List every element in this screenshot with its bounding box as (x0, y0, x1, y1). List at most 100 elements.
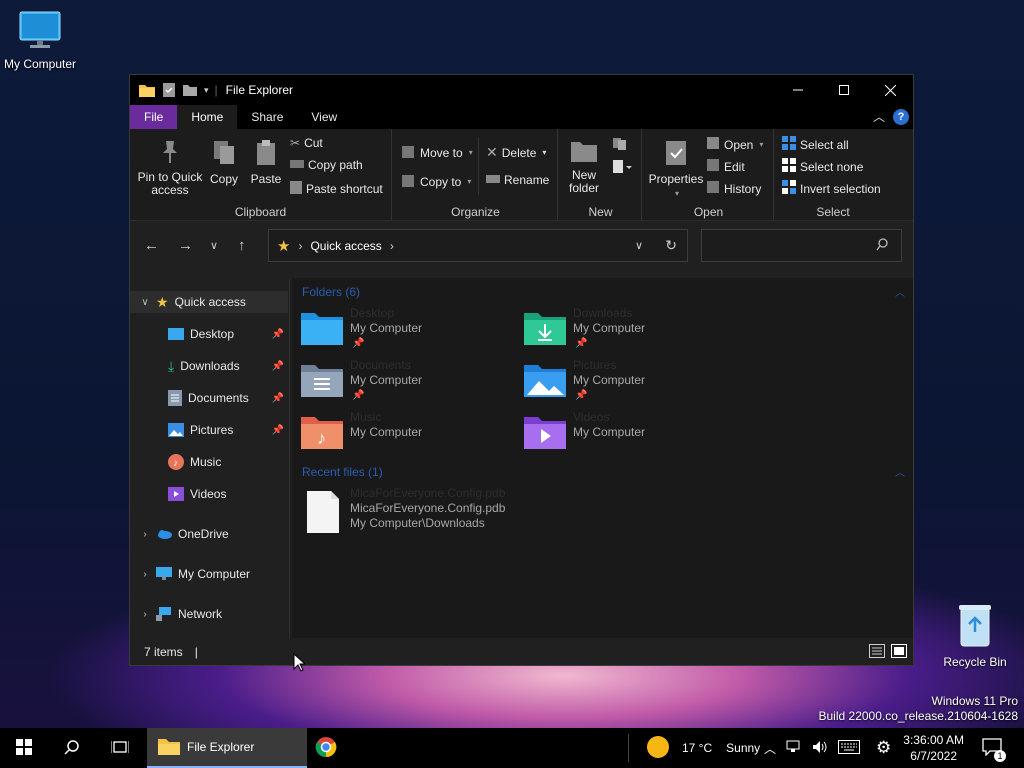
group-label-select: Select (816, 205, 850, 219)
music-note-icon: ♪ (168, 454, 184, 470)
breadcrumb-separator-end[interactable]: › (390, 239, 394, 253)
move-to-icon (402, 144, 416, 161)
nav-my-computer[interactable]: › My Computer (130, 563, 288, 585)
nav-music[interactable]: ♪ Music (130, 451, 288, 473)
rename-button[interactable]: Rename (486, 173, 549, 187)
address-dropdown-chevron-icon[interactable]: ∨ (635, 239, 643, 252)
paste-shortcut-button[interactable]: Paste shortcut (290, 180, 383, 197)
pin-to-quick-access-button[interactable]: Pin to Quick access (136, 139, 204, 197)
properties-button[interactable]: Properties ▾ (646, 139, 706, 200)
star-icon: ★ (156, 293, 169, 310)
paste-button[interactable]: Paste (248, 139, 284, 186)
recent-files-section-header[interactable]: Recent files (1) (302, 465, 383, 479)
folders-section-header[interactable]: Folders (6) (302, 285, 360, 299)
help-icon[interactable]: ? (893, 108, 909, 125)
folder-tile-downloads[interactable]: Downloads My Computer 📌 (523, 306, 743, 354)
invert-selection-label: Invert selection (800, 181, 881, 196)
title-bar[interactable]: ▾ | File Explorer (130, 75, 913, 105)
copy-button[interactable]: Copy (206, 139, 242, 186)
copy-to-button[interactable]: Copy to ▾ (402, 173, 471, 190)
weather-widget[interactable]: 17 °C Sunny (646, 728, 760, 768)
folder-tile-documents[interactable]: Documents My Computer 📌 (300, 358, 520, 406)
folder-tile-desktop[interactable]: Desktop My Computer 📌 (300, 306, 520, 354)
tab-home[interactable]: Home (177, 105, 238, 129)
collapse-section-chevron-icon[interactable]: ︿ (895, 284, 905, 299)
select-none-button[interactable]: Select none (782, 158, 863, 175)
taskbar-chrome[interactable] (310, 728, 342, 768)
nav-quick-access[interactable]: ∨ ★ Quick access (130, 291, 288, 313)
delete-button[interactable]: ✕ Delete ▾ (486, 144, 546, 161)
cut-label: Cut (304, 136, 323, 150)
nav-desktop[interactable]: Desktop 📌 (130, 323, 288, 345)
collapsed-chevron-icon[interactable]: › (138, 609, 152, 620)
nav-documents[interactable]: Documents 📌 (130, 387, 288, 409)
easy-access-icon[interactable] (612, 159, 632, 178)
folder-name: Music (350, 410, 382, 424)
edit-button[interactable]: Edit (706, 158, 745, 175)
show-hidden-icons-chevron-icon[interactable]: ︿ (764, 740, 776, 757)
taskbar-file-explorer[interactable]: File Explorer (147, 728, 307, 768)
notification-center[interactable]: 1 (982, 728, 1006, 768)
collapse-section-chevron-icon[interactable]: ︿ (895, 464, 905, 479)
new-item-icon[interactable] (612, 137, 632, 154)
collapse-ribbon-icon[interactable]: ︿ (873, 108, 885, 125)
back-arrow-icon[interactable]: ← (144, 237, 159, 254)
address-bar[interactable]: ★ › Quick access › ∨ ↻ (268, 229, 688, 262)
group-select: Select all Select none Invert selection … (776, 129, 890, 221)
folder-tile-pictures[interactable]: Pictures My Computer 📌 (523, 358, 743, 406)
notification-icon: 1 (982, 737, 1006, 762)
new-folder-button[interactable]: New folder (564, 139, 604, 195)
forward-arrow-icon[interactable]: → (178, 237, 193, 254)
nav-network[interactable]: › Network (130, 603, 288, 625)
close-button[interactable] (867, 75, 913, 105)
minimize-button[interactable] (775, 75, 821, 105)
expanded-chevron-icon[interactable]: ∨ (138, 297, 152, 308)
nav-downloads[interactable]: ⤓ Downloads 📌 (130, 355, 288, 377)
recent-file-item[interactable]: MicaForEveryone.Config.pdb MicaForEveryo… (300, 486, 600, 534)
desktop-icon-recycle-bin[interactable]: Recycle Bin (935, 602, 1015, 669)
file-path: My Computer\Downloads (350, 516, 485, 530)
move-to-button[interactable]: Move to ▾ (402, 144, 473, 161)
collapsed-chevron-icon[interactable]: › (138, 569, 152, 580)
history-button[interactable]: History (706, 180, 761, 197)
large-icons-view-icon[interactable] (891, 644, 907, 661)
tab-view[interactable]: View (297, 105, 351, 129)
nav-videos[interactable]: Videos (130, 483, 288, 505)
settings-gear-icon[interactable]: ⚙ (876, 738, 891, 758)
recent-locations-chevron-icon[interactable]: ∨ (210, 239, 218, 252)
sun-icon (646, 735, 670, 762)
download-arrow-icon: ⤓ (168, 357, 175, 374)
customize-qat-icon[interactable]: ▾ (204, 85, 209, 96)
properties-qat-icon[interactable] (162, 82, 176, 98)
nav-onedrive[interactable]: › OneDrive (130, 523, 288, 545)
new-folder-qat-icon[interactable] (182, 83, 198, 97)
tab-share[interactable]: Share (237, 105, 297, 129)
pin-icon: 📌 (271, 328, 284, 340)
task-view-button[interactable] (100, 728, 140, 768)
folder-tile-music[interactable]: ♪ Music My Computer (300, 410, 520, 458)
copy-path-button[interactable]: Copy path (290, 158, 363, 172)
keyboard-icon[interactable] (838, 739, 861, 757)
open-button[interactable]: Open ▾ (706, 136, 763, 153)
desktop-icon-my-computer[interactable]: My Computer (0, 10, 80, 71)
search-button[interactable] (52, 728, 92, 768)
invert-selection-button[interactable]: Invert selection (782, 180, 881, 197)
maximize-button[interactable] (821, 75, 867, 105)
clock[interactable]: 3:36:00 AM 6/7/2022 (903, 732, 964, 764)
network-icon[interactable] (786, 740, 802, 757)
breadcrumb-quick-access[interactable]: Quick access (310, 239, 381, 253)
volume-icon[interactable] (812, 740, 828, 757)
nav-pictures[interactable]: Pictures 📌 (130, 419, 288, 441)
tab-file[interactable]: File (130, 105, 178, 129)
start-button[interactable] (4, 728, 44, 768)
collapsed-chevron-icon[interactable]: › (138, 529, 152, 540)
cut-button[interactable]: ✂ Cut (290, 136, 323, 150)
clock-time: 3:36:00 AM (903, 733, 964, 747)
details-view-icon[interactable] (869, 644, 885, 661)
history-icon (706, 180, 720, 197)
search-box[interactable] (701, 229, 902, 262)
select-all-button[interactable]: Select all (782, 136, 849, 153)
folder-tile-videos[interactable]: Videos My Computer (523, 410, 743, 458)
refresh-icon[interactable]: ↻ (665, 237, 677, 254)
up-arrow-icon[interactable]: ↑ (238, 237, 246, 254)
